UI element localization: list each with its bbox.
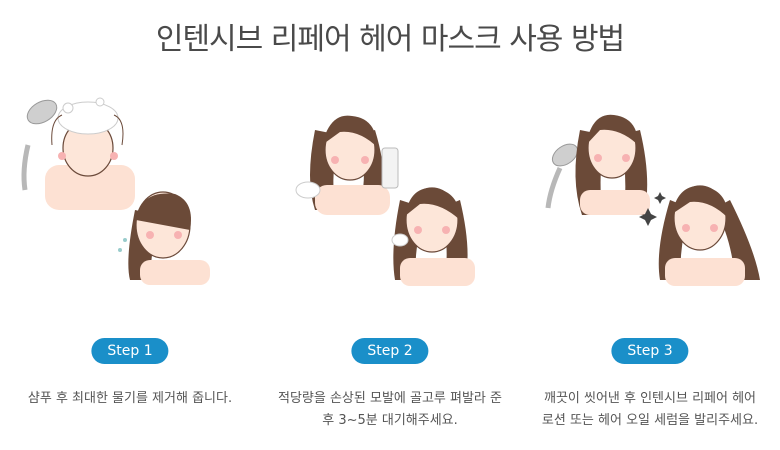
step-1-badge: Step 1	[91, 338, 169, 364]
step-3-line-2: 로션 또는 헤어 오일 세럼을 발리주세요.	[541, 413, 759, 428]
step-2-line-2: 후 3~5분 대기해주세요.	[322, 413, 458, 428]
woman-washing-hair-icon	[45, 97, 135, 210]
step-3-badge: Step 3	[611, 338, 689, 364]
step-2-line-1: 적당량을 손상된 모발에 골고루 펴발라 준	[278, 391, 502, 406]
step-1: Step 1 샴푸 후 최대한 물기를 제거해 줍니다.	[0, 90, 260, 440]
step-2: Step 2 적당량을 손상된 모발에 골고루 펴발라 준 후 3~5분 대기해…	[260, 90, 520, 440]
woman-squeezing-hair-icon	[118, 191, 210, 285]
step-3-line-1: 깨끗이 씻어낸 후 인텐시브 리페어 헤어	[543, 391, 757, 406]
woman-shiny-hair-icon	[639, 185, 760, 286]
step-2-illustration	[295, 115, 475, 286]
woman-with-tube-icon	[295, 115, 399, 215]
step-1-illustration	[21, 97, 210, 285]
step-3: Step 3 깨끗이 씻어낸 후 인텐시브 리페어 헤어 로션 또는 헤어 오일…	[520, 90, 780, 440]
step-3-illustration	[545, 114, 760, 286]
step-2-description: 적당량을 손상된 모발에 골고루 펴발라 준 후 3~5분 대기해주세요.	[260, 388, 520, 432]
woman-applying-mask-icon	[391, 187, 475, 286]
step-1-description: 샴푸 후 최대한 물기를 제거해 줍니다.	[0, 388, 260, 410]
step-1-line-1: 샴푸 후 최대한 물기를 제거해 줍니다.	[27, 391, 233, 406]
page-title: 인텐시브 리페어 헤어 마스크 사용 방법	[155, 22, 625, 57]
step-3-description: 깨끗이 씻어낸 후 인텐시브 리페어 헤어 로션 또는 헤어 오일 세럼을 발리…	[520, 388, 780, 432]
step-2-badge: Step 2	[351, 338, 429, 364]
woman-rinsing-hair-icon	[545, 114, 650, 215]
